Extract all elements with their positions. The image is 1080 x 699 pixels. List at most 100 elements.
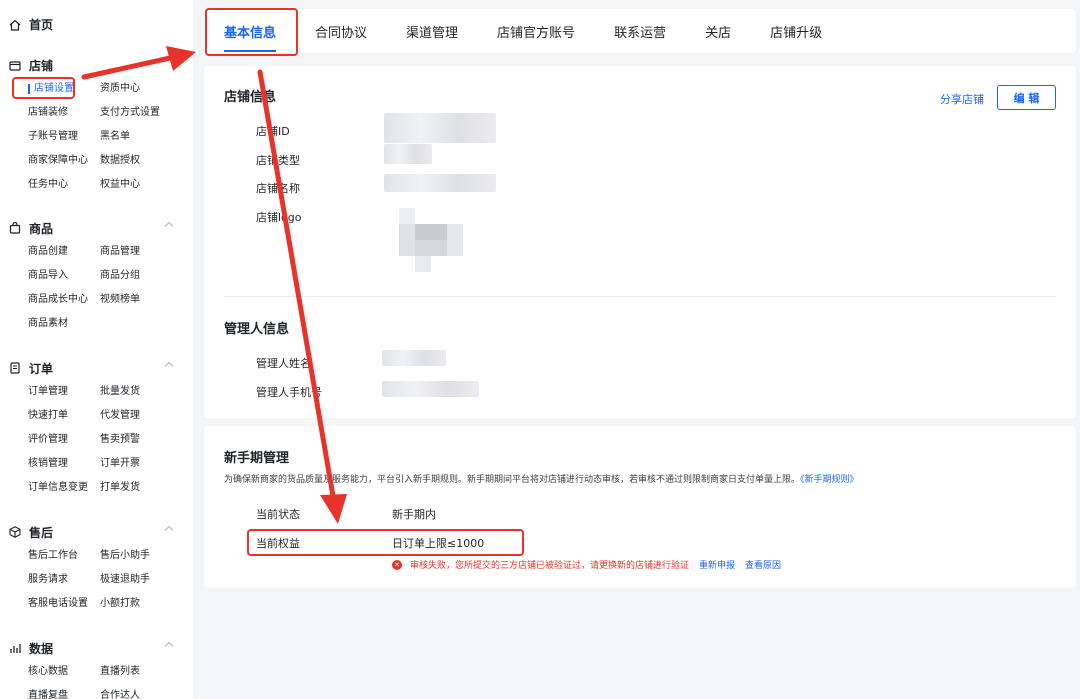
sidebar-item[interactable]: 黑名单 [100, 128, 190, 146]
tab-contact-ops[interactable]: 联系运营 [614, 22, 666, 41]
sidebar-item[interactable]: 视频榜单 [100, 291, 190, 309]
field-label: 管理人姓名 [256, 357, 311, 370]
sidebar-item[interactable]: 客服电话设置 [28, 595, 100, 613]
sidebar-item[interactable]: 店铺装修 [28, 104, 100, 122]
sidebar-group-aftersale: 售后 售后工作台 售后小助手 服务请求 极速退助手 客服电话设置 小额打款 [8, 523, 186, 613]
error-message: ✕ 审核失败，您所提交的三方店铺已被验证过，请更换新的店铺进行验证 重新申报 查… [392, 558, 781, 571]
bar-chart-icon [10, 644, 21, 653]
sidebar-home[interactable]: 首页 [8, 16, 53, 33]
reapply-link[interactable]: 重新申报 [699, 558, 735, 571]
sidebar-group-title: 售后 [29, 525, 54, 540]
sidebar-item[interactable]: 售后小助手 [100, 547, 190, 565]
store-info-card: 店铺信息 分享店铺 编 辑 店铺ID 店铺类型 店铺名称 店铺logo 管理人信… [204, 66, 1076, 418]
view-reason-link[interactable]: 查看原因 [745, 558, 781, 571]
sidebar-item[interactable]: 打单发货 [100, 479, 190, 497]
sidebar-group-orders: 订单 订单管理 批量发货 快速打单 代发管理 评价管理 售卖预警 核销管理 订单… [8, 359, 186, 497]
collapse-caret-icon[interactable] [164, 221, 174, 231]
section-title: 管理人信息 [224, 322, 290, 337]
cube-icon [9, 526, 21, 538]
redacted-value [382, 381, 479, 397]
redacted-value [384, 174, 496, 192]
tab-bar: 基本信息 合同协议 渠道管理 店铺官方账号 联系运营 关店 店铺升级 [204, 9, 1076, 53]
sidebar-item[interactable]: 合作达人 [100, 687, 190, 699]
sidebar-item[interactable]: 售后工作台 [28, 547, 100, 565]
order-icon [10, 362, 20, 374]
bag-icon [9, 221, 21, 234]
sidebar-group-title: 商品 [29, 221, 54, 236]
sidebar-item[interactable]: 支付方式设置 [100, 104, 190, 122]
tab-close-store[interactable]: 关店 [705, 22, 731, 41]
sidebar-item[interactable]: 核心数据 [28, 663, 100, 681]
sidebar-item[interactable]: 售卖预警 [100, 431, 190, 449]
sidebar-item[interactable]: 商家保障中心 [28, 152, 100, 170]
sidebar-item[interactable]: 小额打款 [100, 595, 190, 613]
sidebar-item[interactable]: 快速打单 [28, 407, 100, 425]
annotation-highlight-box [205, 8, 298, 56]
redacted-value [382, 350, 446, 366]
field-label: 店铺类型 [256, 154, 300, 167]
sidebar-item[interactable]: 订单开票 [100, 455, 190, 473]
divider [224, 296, 1056, 297]
sidebar-item[interactable]: 子账号管理 [28, 128, 100, 146]
sidebar-item[interactable]: 商品分组 [100, 267, 190, 285]
tab-official-account[interactable]: 店铺官方账号 [497, 22, 575, 41]
error-icon: ✕ [392, 559, 402, 570]
collapse-caret-icon[interactable] [164, 641, 174, 651]
sidebar-item[interactable]: 极速退助手 [100, 571, 190, 589]
sidebar-group-data: 数据 核心数据 直播列表 直播复盘 合作达人 [8, 639, 186, 699]
sidebar-group-header[interactable]: 订单 [8, 359, 186, 377]
sidebar-item[interactable]: 商品管理 [100, 243, 190, 261]
sidebar-group-goods: 商品 商品创建 商品管理 商品导入 商品分组 商品成长中心 视频榜单 商品素材 [8, 219, 186, 333]
annotation-highlight-box [247, 529, 524, 556]
sidebar-group-header[interactable]: 店铺 [8, 56, 186, 74]
field-label: 店铺名称 [256, 182, 300, 195]
sidebar-item[interactable]: 直播列表 [100, 663, 190, 681]
tab-upgrade[interactable]: 店铺升级 [770, 22, 822, 41]
store-logo [399, 208, 463, 272]
sidebar-item[interactable]: 服务请求 [28, 571, 100, 589]
collapse-caret-icon[interactable] [164, 525, 174, 535]
sidebar-group-header[interactable]: 商品 [8, 219, 186, 237]
sidebar-group-title: 店铺 [29, 58, 54, 73]
field-label: 店铺logo [256, 211, 302, 224]
sidebar-item[interactable]: 核销管理 [28, 455, 100, 473]
redacted-value [384, 144, 432, 164]
sidebar-item[interactable]: 直播复盘 [28, 687, 100, 699]
sidebar-item[interactable]: 订单管理 [28, 383, 100, 401]
annotation-highlight-box [12, 77, 75, 99]
share-store-link[interactable]: 分享店铺 [940, 91, 984, 107]
collapse-caret-icon[interactable] [164, 361, 174, 371]
sidebar-group-header[interactable]: 售后 [8, 523, 186, 541]
sidebar-item[interactable]: 资质中心 [100, 80, 190, 98]
sidebar-item[interactable]: 评价管理 [28, 431, 100, 449]
field-label: 管理人手机号 [256, 386, 322, 399]
sidebar-item[interactable]: 批量发货 [100, 383, 190, 401]
newbie-description: 为确保新商家的货品质量及服务能力，平台引入新手期规则。新手期期间平台将对店铺进行… [224, 472, 859, 485]
sidebar-item[interactable]: 任务中心 [28, 176, 100, 194]
tab-channel[interactable]: 渠道管理 [406, 22, 458, 41]
sidebar-item[interactable]: 商品素材 [28, 315, 100, 333]
sidebar-item[interactable]: 代发管理 [100, 407, 190, 425]
home-icon [9, 19, 21, 31]
sidebar-item[interactable]: 数据授权 [100, 152, 190, 170]
sidebar-group-header[interactable]: 数据 [8, 639, 186, 657]
sidebar-item[interactable]: 商品创建 [28, 243, 100, 261]
description-text: 为确保新商家的货品质量及服务能力，平台引入新手期规则。新手期期间平台将对店铺进行… [224, 475, 801, 485]
sidebar-home-label: 首页 [29, 18, 54, 32]
newbie-period-card: 新手期管理 为确保新商家的货品质量及服务能力，平台引入新手期规则。新手期期间平台… [204, 426, 1076, 588]
store-icon [9, 61, 21, 71]
field-label: 店铺ID [256, 125, 290, 138]
status-value: 新手期内 [392, 508, 436, 521]
sidebar-item[interactable]: 订单信息变更 [28, 479, 100, 497]
sidebar: 首页 店铺 店铺设置 资质中心 店铺装修 支付方式设置 子账号管理 黑名单 商家… [0, 0, 193, 699]
section-title: 新手期管理 [224, 451, 290, 466]
sidebar-item[interactable]: 权益中心 [100, 176, 190, 194]
section-title: 店铺信息 [224, 90, 277, 105]
newbie-rules-link[interactable]: 《新手期规则》 [800, 475, 859, 485]
status-label: 当前状态 [256, 508, 300, 521]
sidebar-item[interactable]: 商品导入 [28, 267, 100, 285]
redacted-value [384, 113, 496, 143]
sidebar-item[interactable]: 商品成长中心 [28, 291, 100, 309]
edit-button[interactable]: 编 辑 [997, 85, 1056, 110]
tab-contract[interactable]: 合同协议 [315, 22, 367, 41]
